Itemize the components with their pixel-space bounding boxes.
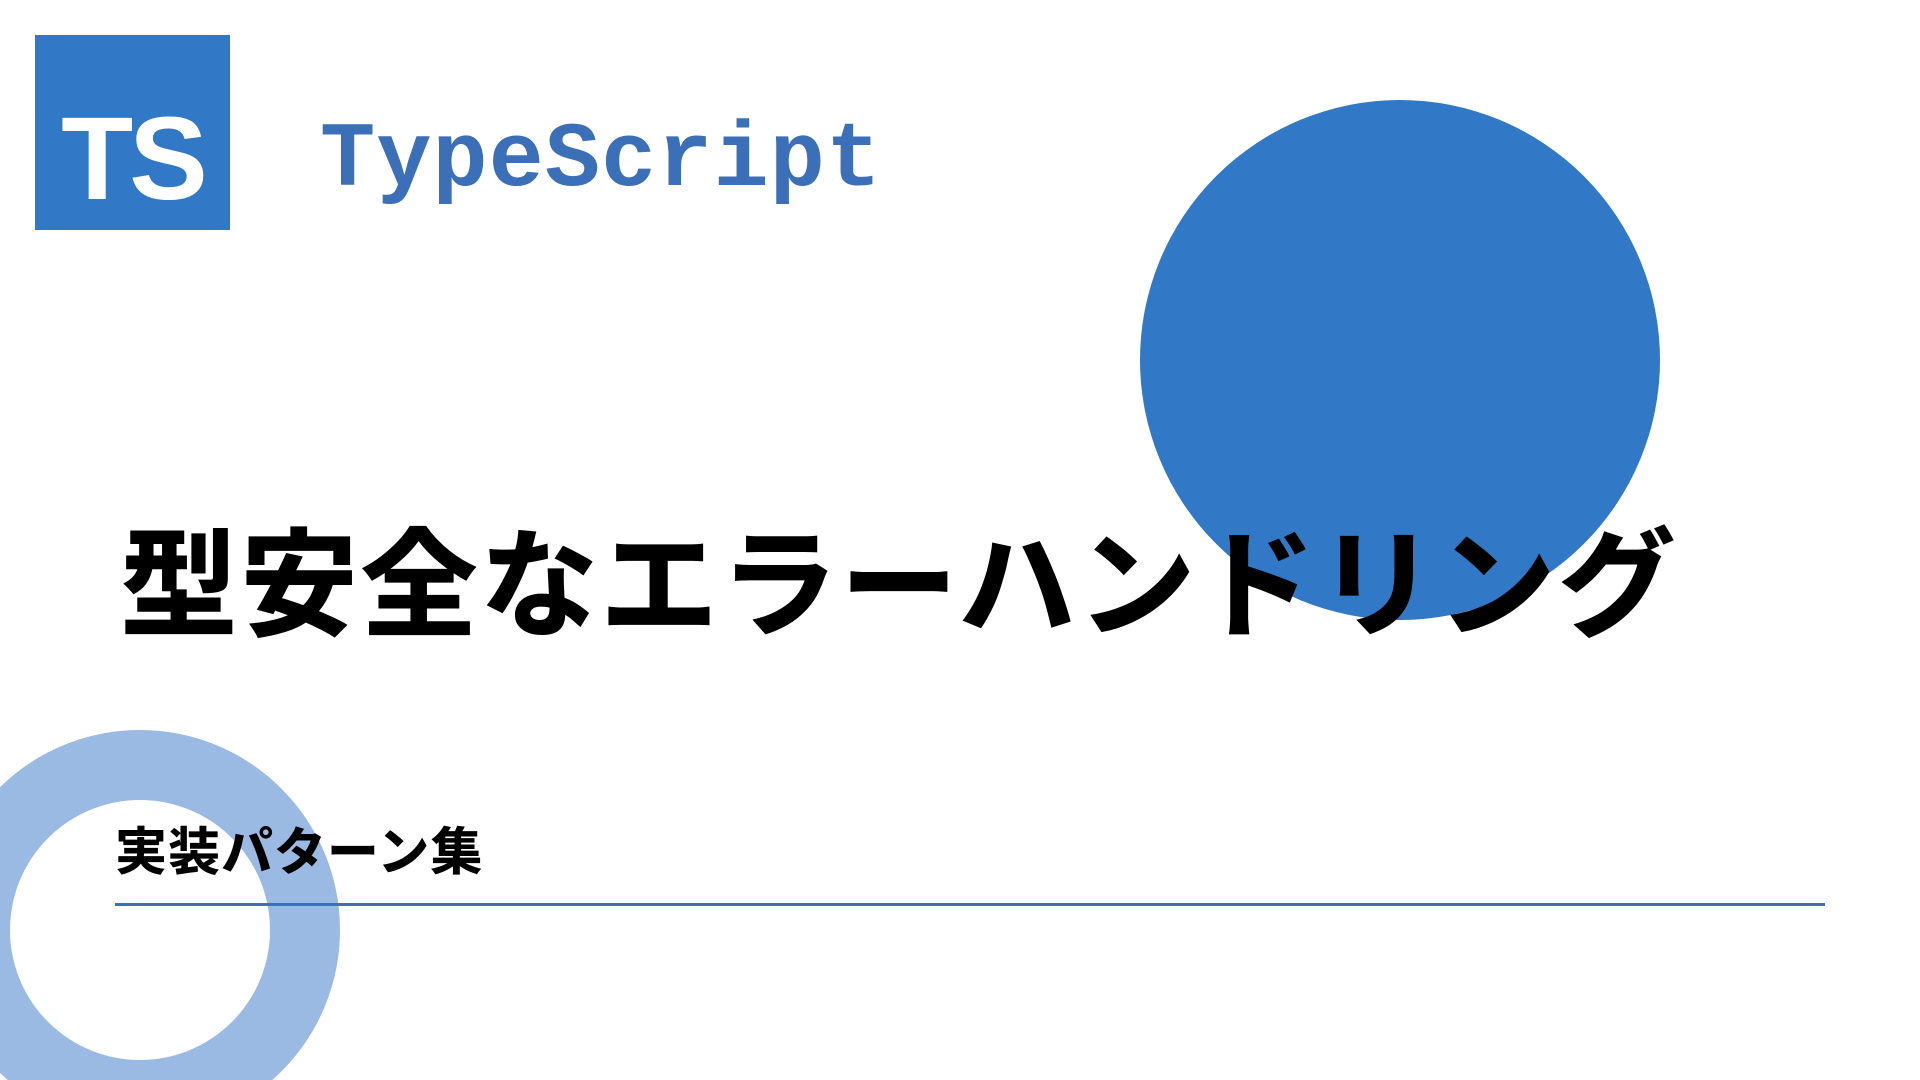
- brand-label: TypeScript: [320, 108, 882, 213]
- logo-text: TS: [61, 100, 204, 218]
- subtitle: 実装パターン集: [115, 810, 1825, 885]
- subtitle-rule: [115, 903, 1825, 906]
- subtitle-block: 実装パターン集: [115, 810, 1825, 906]
- page-title: 型安全なエラーハンドリング: [120, 490, 1678, 661]
- slide-title: TS TypeScript 型安全なエラーハンドリング 実装パターン集: [0, 0, 1920, 1080]
- typescript-logo: TS: [35, 35, 230, 230]
